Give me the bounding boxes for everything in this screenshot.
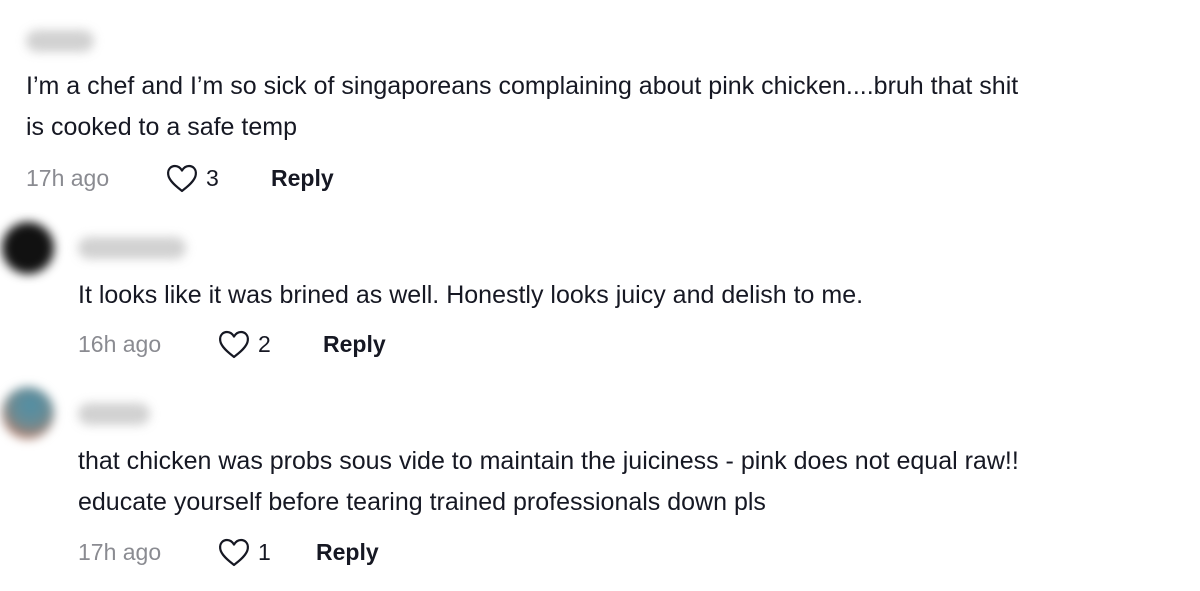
- comment-text-line: that chicken was probs sous vide to main…: [78, 447, 1019, 475]
- comment-3: that chicken was probs sous vide to main…: [0, 0, 1200, 591]
- avatar[interactable]: [2, 387, 54, 439]
- username-blurred[interactable]: [78, 403, 150, 425]
- comment-meta: 17h ago 1 Reply: [78, 537, 379, 567]
- comment-text: that chicken was probs sous vide to main…: [78, 441, 1019, 523]
- like-count: 1: [258, 538, 271, 565]
- reply-button[interactable]: Reply: [316, 539, 379, 566]
- like-button[interactable]: 1: [218, 538, 316, 567]
- heart-outline-icon: [219, 538, 249, 566]
- timestamp: 17h ago: [78, 538, 162, 565]
- comment-text-line: educate yourself before tearing trained …: [78, 488, 766, 516]
